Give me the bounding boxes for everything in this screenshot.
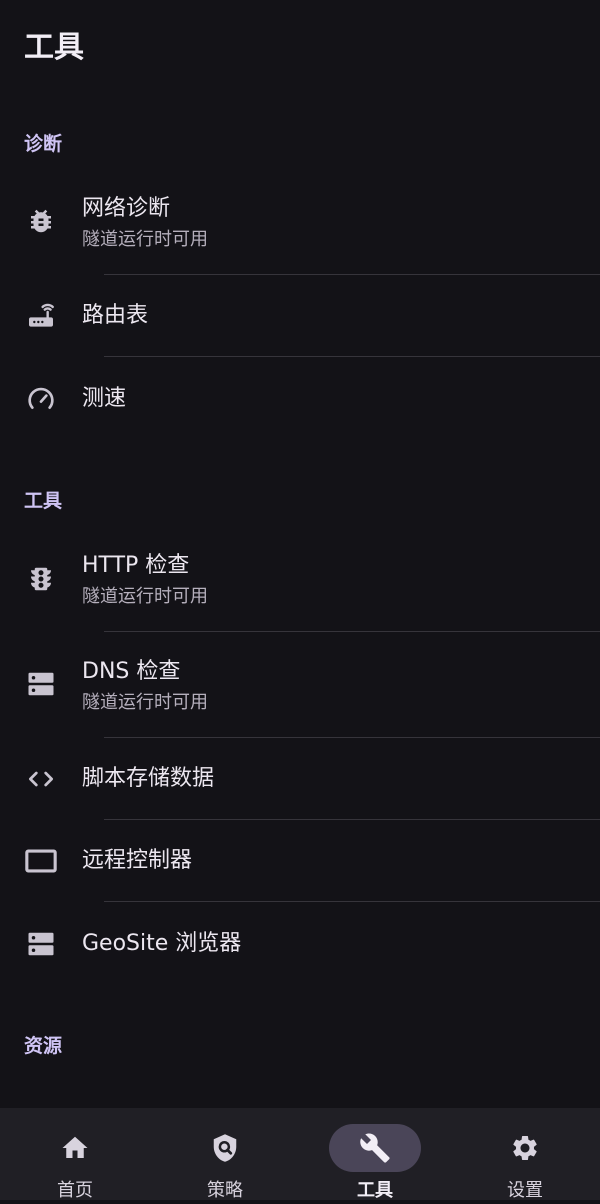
code-brackets-icon — [24, 762, 58, 796]
traffic-light-icon — [24, 562, 58, 596]
wrench-icon — [329, 1124, 421, 1172]
storage-icon — [24, 927, 58, 961]
nav-item-home[interactable]: 首页 — [0, 1108, 150, 1201]
tool-item-routing-table[interactable]: 路由表 — [0, 275, 600, 357]
tool-item-subtitle: 隧道运行时可用 — [82, 692, 208, 713]
tool-item-title: 网络诊断 — [82, 196, 171, 221]
nav-item-label: 首页 — [57, 1180, 93, 1201]
tool-item-title: GeoSite 浏览器 — [82, 931, 242, 956]
tablet-icon — [24, 844, 58, 878]
section-header-diagnostics: 诊断 — [24, 133, 63, 155]
tool-item-speed-test[interactable]: 测速 — [0, 357, 600, 443]
dns-server-icon — [24, 667, 58, 701]
tool-item-title: DNS 检查 — [82, 659, 181, 684]
tool-item-title: 远程控制器 — [82, 848, 193, 873]
router-icon — [24, 299, 58, 333]
home-icon — [29, 1124, 121, 1172]
bottom-navigation-bar: 首页 策略 工具 设置 — [0, 1108, 600, 1201]
tool-item-subtitle: 隧道运行时可用 — [82, 229, 208, 250]
nav-item-label: 策略 — [207, 1180, 243, 1201]
tool-item-title: 脚本存储数据 — [82, 766, 215, 791]
page-title: 工具 — [24, 30, 84, 65]
tool-item-geosite-browser[interactable]: GeoSite 浏览器 — [0, 902, 600, 986]
tool-item-title: HTTP 检查 — [82, 553, 190, 578]
section-header-resources: 资源 — [24, 1035, 63, 1057]
policy-shield-icon — [179, 1124, 271, 1172]
bug-icon — [24, 204, 58, 238]
nav-item-label: 工具 — [357, 1180, 393, 1201]
tool-item-dns-check[interactable]: DNS 检查 隧道运行时可用 — [0, 632, 600, 737]
tool-item-title: 测速 — [82, 386, 127, 411]
tool-item-http-check[interactable]: HTTP 检查 隧道运行时可用 — [0, 543, 600, 631]
gear-icon — [479, 1124, 571, 1172]
speed-gauge-icon — [24, 382, 58, 416]
tool-item-remote-controller[interactable]: 远程控制器 — [0, 820, 600, 901]
tool-item-title: 路由表 — [82, 303, 149, 328]
nav-item-settings[interactable]: 设置 — [450, 1108, 600, 1201]
section-header-tools: 工具 — [24, 490, 63, 512]
tool-item-subtitle: 隧道运行时可用 — [82, 586, 208, 607]
nav-item-tools[interactable]: 工具 — [300, 1108, 450, 1201]
tool-item-script-storage[interactable]: 脚本存储数据 — [0, 738, 600, 819]
nav-item-policy[interactable]: 策略 — [150, 1108, 300, 1201]
tool-item-network-diagnostics[interactable]: 网络诊断 隧道运行时可用 — [0, 186, 600, 274]
nav-item-label: 设置 — [507, 1180, 543, 1201]
